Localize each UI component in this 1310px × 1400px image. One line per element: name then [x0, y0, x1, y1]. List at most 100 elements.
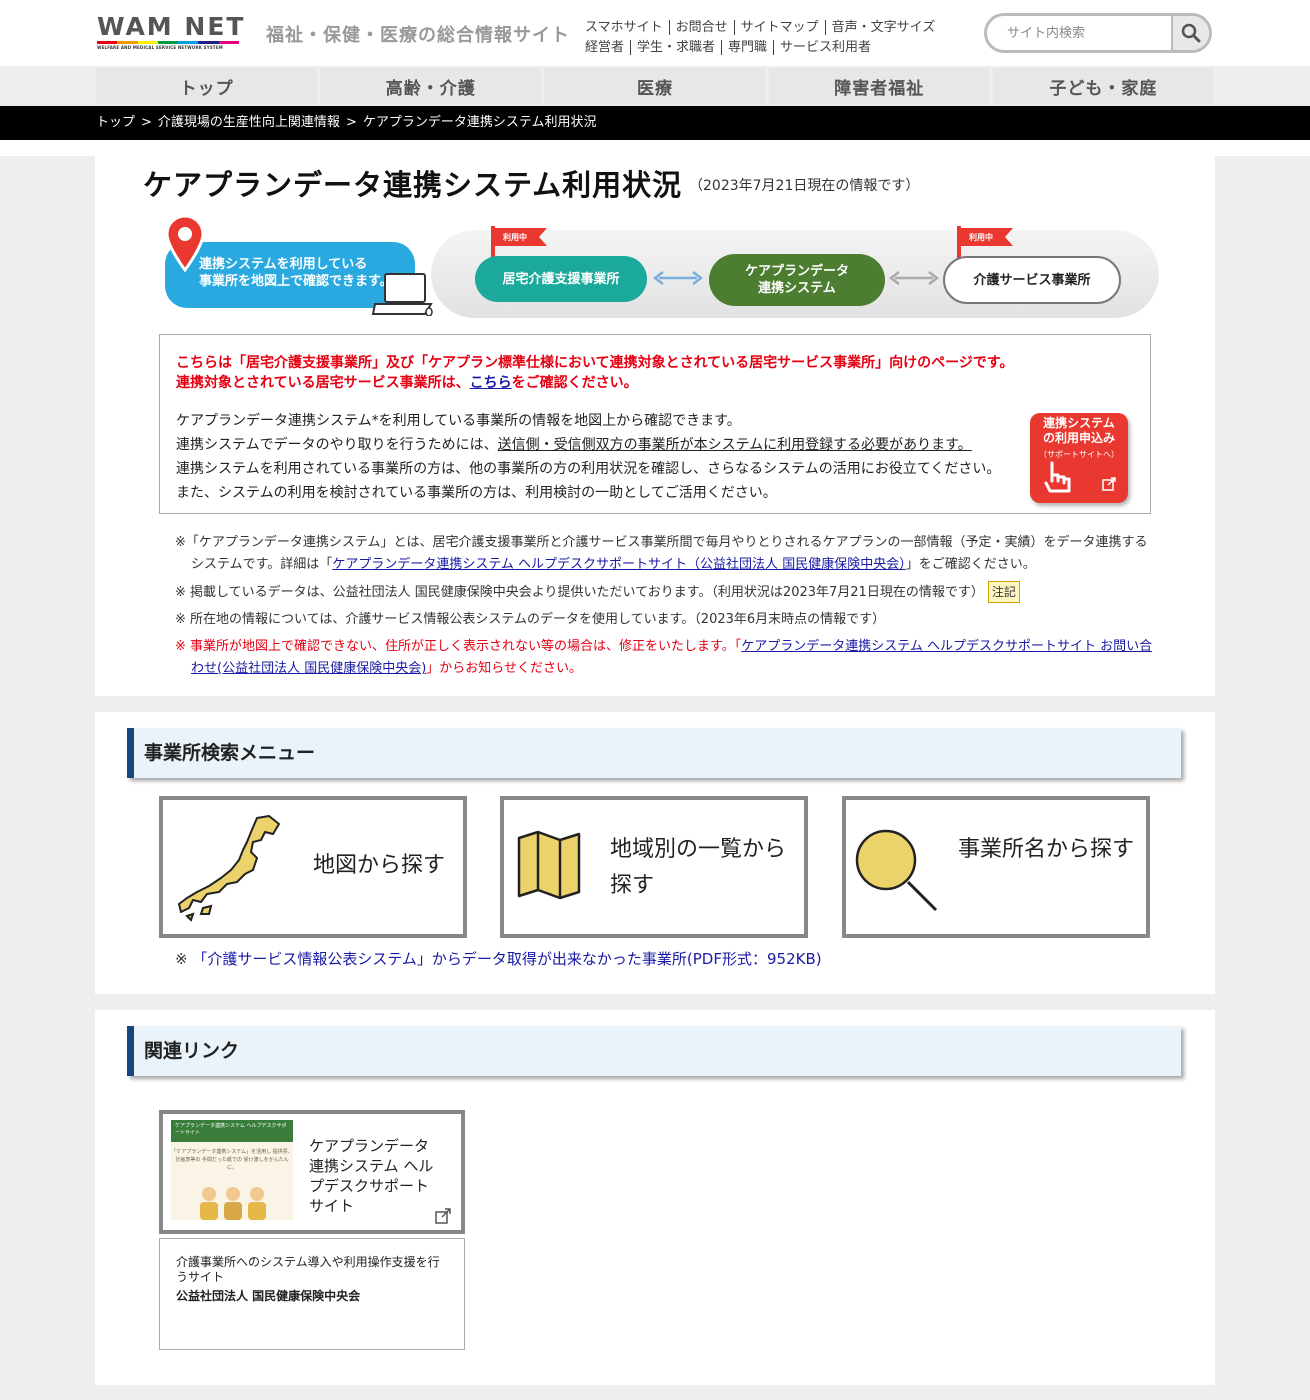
helpdesk-desc-text: 介護事業所へのシステム導入や利用操作支援を行うサイト — [176, 1255, 440, 1284]
logo-color-segment — [218, 41, 239, 44]
helpdesk-site-card[interactable]: ケアプランデータ連携システム ヘルプデスクサポートサイト 「ケアプランデータ連携… — [159, 1110, 465, 1234]
notice-red-line2-tail: をご確認ください。 — [511, 375, 638, 391]
external-link-icon — [435, 1208, 451, 1224]
logo-subtitle: WELFARE AND MEDICAL SERVICE NETWORK SYST… — [97, 45, 223, 50]
node-care-service-office: 介護サービス事業所 — [943, 256, 1121, 304]
breadcrumb-top[interactable]: トップ — [96, 115, 135, 130]
nav-elderly-care[interactable]: 高齢・介護 — [320, 68, 542, 104]
search-by-name-card[interactable]: 事業所名から探す — [842, 796, 1150, 938]
site-search — [984, 13, 1212, 53]
double-arrow-icon — [653, 271, 703, 285]
site-tagline: 福祉・保健・医療の総合情報サイト — [266, 25, 570, 46]
logo-color-segment — [137, 41, 158, 44]
search-menu-heading: 事業所検索メニュー — [127, 728, 1181, 778]
external-link-icon — [1102, 477, 1116, 491]
people-illustration-icon — [200, 1187, 266, 1220]
node-care-management-office: 居宅介護支援事業所 — [475, 256, 647, 302]
nav-disability-welfare[interactable]: 障害者福祉 — [768, 68, 990, 104]
util-link-contact[interactable]: お問合せ — [669, 20, 735, 35]
here-link[interactable]: こちら — [470, 375, 512, 391]
footnote-data-source: ※ 掲載しているデータは、公益社団法人 国民健康保険中央会より提供いただいており… — [175, 581, 1155, 604]
notice-body-line1: ケアプランデータ連携システム*を利用している事業所の情報を地図上から確認できます… — [176, 413, 741, 429]
breadcrumb: トップ > 介護現場の生産性向上関連情報 > ケアプランデータ連携システム利用状況 — [0, 106, 1310, 140]
map-pin-icon — [165, 214, 205, 272]
util-link-students[interactable]: 学生・求職者 — [631, 40, 723, 55]
notice-body-line2: 連携システムでデータのやり取りを行うためには、 — [176, 437, 498, 453]
notice-red-line2: 連携対象とされている居宅サービス事業所は、 — [176, 375, 470, 391]
related-links-panel: 関連リンク ケアプランデータ連携システム ヘルプデスクサポートサイト 「ケアプラ… — [95, 1010, 1215, 1385]
pointing-hand-icon — [1044, 461, 1071, 493]
logo-color-segment — [157, 41, 179, 44]
util-link-managers[interactable]: 経営者 — [585, 40, 632, 55]
util-link-service-users[interactable]: サービス利用者 — [774, 40, 877, 55]
nav-top[interactable]: トップ — [96, 68, 318, 104]
utility-links-row2: 経営者 学生・求職者 専門職 サービス利用者 — [585, 36, 877, 55]
map-callout-line1: 連携システムを利用している — [199, 257, 368, 272]
footnotes: ※「ケアプランデータ連携システム」とは、居宅介護支援事業所と介護サービス事業所間… — [175, 532, 1155, 685]
node-careplan-system: ケアプランデータ 連携システム — [709, 254, 885, 306]
node-b-line2: 連携システム — [758, 281, 836, 296]
logo-wordmark: WAM NET — [97, 12, 246, 41]
japan-map-icon — [178, 815, 280, 922]
utility-links-row1: スマホサイト お問合せ サイトマップ 音声・文字サイズ — [585, 16, 941, 35]
notice-body: ケアプランデータ連携システム*を利用している事業所の情報を地図上から確認できます… — [176, 409, 1000, 505]
notice-red-line1: こちらは「居宅介護支援事業所」及び「ケアプラン標準仕様において連携対象とされてい… — [176, 355, 1014, 371]
apply-system-button[interactable]: 連携システム の利用申込み （サポートサイトへ） — [1030, 413, 1128, 503]
nav-children-family[interactable]: 子ども・家庭 — [992, 68, 1215, 104]
page-date: （2023年7月21日現在の情報です） — [689, 178, 920, 194]
util-link-sitemap[interactable]: サイトマップ — [734, 20, 826, 35]
logo-color-bar — [97, 41, 239, 44]
search-menu-panel: 事業所検索メニュー 地図から探す 地域別の一覧から探す 事業所名から探す ※ 「… — [95, 712, 1215, 994]
card-label: 地域別の一覧から探す — [610, 837, 787, 898]
helpdesk-org-name: 公益社団法人 国民健康保険中央会 — [176, 1289, 361, 1303]
notice-body-line3: 連携システムを利用されている事業所の方は、他の事業所の方の利用状況を確認し、さら… — [176, 461, 1001, 477]
breadcrumb-separator: > — [141, 115, 152, 130]
card-label: 地図から探す — [313, 853, 446, 878]
related-links-heading: 関連リンク — [127, 1026, 1181, 1076]
double-arrow-icon — [889, 271, 939, 285]
breadcrumb-current: ケアプランデータ連携システム利用状況 — [362, 115, 597, 130]
flag-label: 利用中 — [502, 232, 527, 242]
helpdesk-description: 介護事業所へのシステム導入や利用操作支援を行うサイト 公益社団法人 国民健康保険… — [159, 1238, 465, 1350]
apply-label: 連携システム の利用申込み — [1042, 416, 1115, 445]
breadcrumb-separator: > — [345, 115, 357, 130]
page-title: ケアプランデータ連携システム利用状況 — [143, 168, 683, 202]
search-input[interactable] — [987, 16, 1173, 50]
magnifier-icon — [855, 829, 938, 912]
spacer-band — [0, 140, 1310, 156]
logo-color-segment — [198, 41, 219, 44]
unavailable-offices-pdf-link[interactable]: 「介護サービス情報公表システム」からデータ取得が出来なかった事業所(PDF形式：… — [192, 950, 821, 968]
nav-medical[interactable]: 医療 — [544, 68, 766, 104]
helpdesk-thumbnail: ケアプランデータ連携システム ヘルプデスクサポートサイト 「ケアプランデータ連携… — [171, 1120, 293, 1220]
site-header: WAM NET WELFARE AND MEDICAL SERVICE NETW… — [0, 0, 1310, 66]
util-link-accessibility[interactable]: 音声・文字サイズ — [826, 20, 942, 35]
util-link-smartphone[interactable]: スマホサイト — [585, 20, 670, 35]
flag-label: 利用中 — [968, 232, 993, 242]
note-badge: 注記 — [987, 581, 1020, 603]
search-by-region-card[interactable]: 地域別の一覧から探す — [500, 796, 808, 938]
logo-color-segment — [178, 41, 199, 44]
card-label: 事業所名から探す — [958, 837, 1135, 862]
wamnet-logo[interactable]: WAM NET WELFARE AND MEDICAL SERVICE NETW… — [97, 14, 243, 52]
system-banner: 連携システムを利用している 事業所を地図上で確認できます。 利用中 利用中 居宅… — [163, 210, 1159, 324]
helpdesk-site-link[interactable]: ケアプランデータ連携システム ヘルプデスクサポートサイト（公益社団法人 国民健康… — [332, 557, 905, 572]
helpdesk-card-title: ケアプランデータ連携システム ヘルプデスクサポートサイト — [309, 1137, 434, 1215]
thumbnail-header: ケアプランデータ連携システム ヘルプデスクサポートサイト — [171, 1120, 293, 1142]
search-icon — [1181, 23, 1201, 43]
logo-color-segment — [97, 41, 118, 44]
search-by-map-card[interactable]: 地図から探す — [159, 796, 467, 938]
intro-panel: ケアプランデータ連携システム利用状況 （2023年7月21日現在の情報です） 連… — [95, 156, 1215, 696]
notice-body-line4: また、システムの利用を検討されている事業所の方は、利用検討の一助としてご活用くだ… — [176, 485, 777, 501]
notice-body-emphasis: 送信側・受信側双方の事業所が本システムに利用登録する必要があります。 — [497, 437, 972, 453]
search-button[interactable] — [1171, 16, 1209, 50]
laptop-icon — [371, 273, 433, 316]
folded-map-icon — [517, 830, 581, 900]
pdf-note-mark: ※ — [175, 950, 188, 968]
notice-red-text: こちらは「居宅介護支援事業所」及び「ケアプラン標準仕様において連携対象とされてい… — [176, 353, 1013, 393]
node-b-line1: ケアプランデータ — [744, 264, 849, 279]
breadcrumb-productivity[interactable]: 介護現場の生産性向上関連情報 — [158, 115, 340, 130]
pdf-note: ※ 「介護サービス情報公表システム」からデータ取得が出来なかった事業所(PDF形… — [175, 948, 822, 969]
footnote-correction: ※ 事業所が地図上で確認できない、住所が正しく表示されない等の場合は、修正をいた… — [175, 639, 1153, 676]
thumbnail-text: 「ケアプランデータ連携システム」を活用し 提供票、計画表等の 手間だった紙での … — [171, 1149, 293, 1171]
util-link-professionals[interactable]: 専門職 — [722, 40, 775, 55]
